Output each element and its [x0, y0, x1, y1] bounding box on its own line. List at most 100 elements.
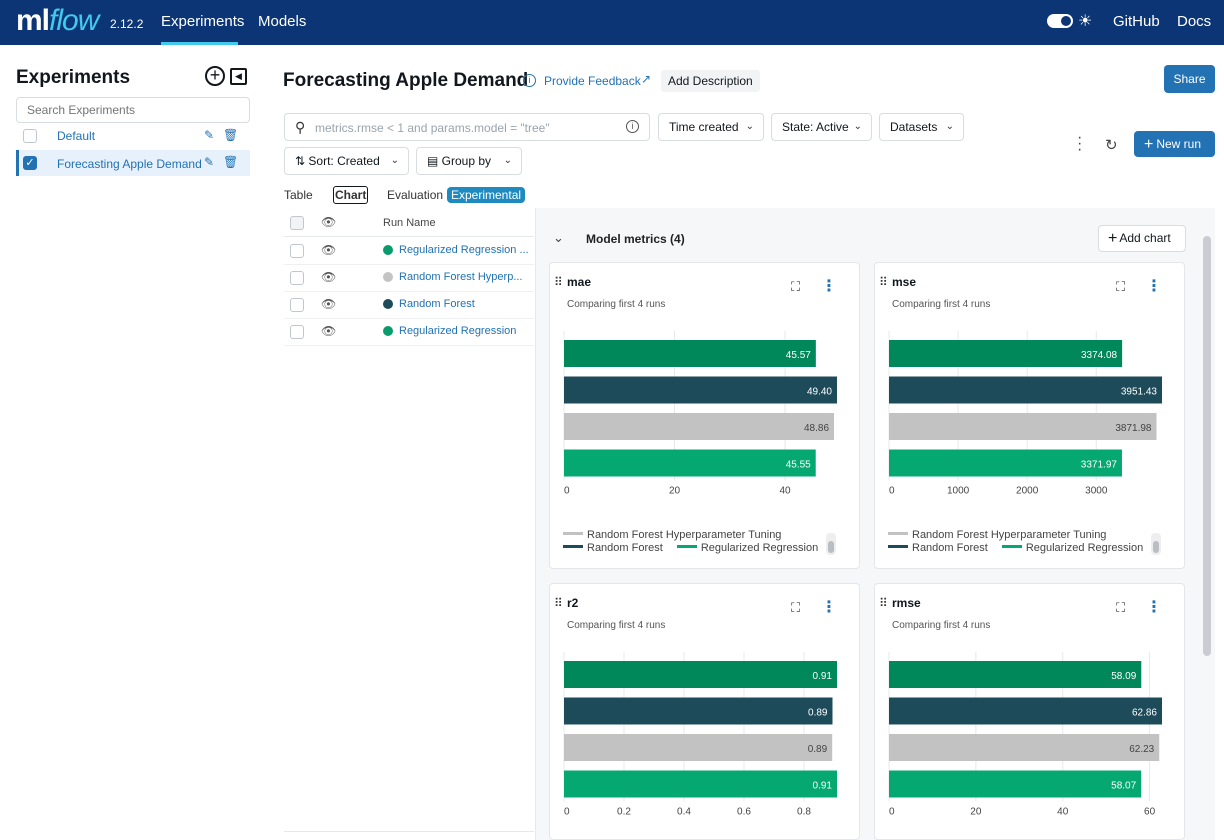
legend-label[interactable]: Random Forest [912, 542, 988, 554]
runs-table-footer-divider [284, 831, 534, 832]
legend-scrollbar[interactable] [1151, 533, 1161, 555]
experiment-checkbox[interactable]: ✓ [23, 156, 37, 170]
tick-label: 0 [889, 486, 895, 497]
chevron-down-icon[interactable]: ⌄ [553, 230, 564, 246]
trash-icon[interactable]: 🗑 [223, 128, 238, 142]
bar[interactable] [889, 734, 1160, 761]
legend-swatch [888, 532, 908, 535]
tick-label: 0 [564, 486, 570, 497]
legend-label[interactable]: Regularized Regression [701, 542, 818, 554]
chart-card-r2[interactable]: ⠿ r2 Comparing first 4 runs ⛶ ⋮ 0 0.2 0.4 0.6 0.8… [549, 583, 860, 840]
add-chart-button[interactable]: + Add chart [1098, 225, 1186, 252]
select-all-checkbox[interactable] [290, 216, 304, 230]
group-by-dropdown[interactable]: ▤ Group by ⌄ [416, 147, 522, 175]
collapse-sidebar-icon[interactable]: ◀ [230, 68, 247, 85]
tick-label: 3000 [1085, 486, 1108, 497]
bar-chart: 0 20 40 45.57 49.40 48.86 45.55 [563, 331, 837, 497]
sort-dropdown[interactable]: ⇅ Sort: Created ⌄ [284, 147, 409, 175]
tab-table[interactable]: Table [284, 188, 313, 202]
chevron-down-icon: ⌄ [745, 121, 754, 132]
run-name-link[interactable]: Random Forest Hyperp... [399, 271, 529, 283]
bar[interactable] [564, 340, 816, 367]
refresh-icon[interactable]: ↻ [1105, 136, 1118, 154]
sidebar-item-forecasting[interactable]: ✓ Forecasting Apple Demand ✎ 🗑 [16, 150, 250, 176]
bar[interactable] [889, 770, 1142, 798]
github-link[interactable]: GitHub [1113, 13, 1160, 30]
provide-feedback-link[interactable]: Provide Feedback [544, 74, 641, 88]
dropdown-label: Time created [669, 120, 739, 134]
bar[interactable] [564, 661, 837, 688]
bar[interactable] [564, 734, 833, 761]
run-name-header[interactable]: Run Name [383, 217, 436, 229]
edit-icon[interactable]: ✎ [204, 155, 214, 169]
table-row[interactable]: 👁 Random Forest Hyperp... [284, 264, 534, 292]
trash-icon[interactable]: 🗑 [223, 155, 238, 169]
legend-label[interactable]: Random Forest Hyperparameter Tuning [587, 529, 781, 541]
time-created-dropdown[interactable]: Time created ⌄ [658, 113, 764, 141]
data-label: 3951.43 [1121, 387, 1158, 398]
legend-scrollbar[interactable] [826, 533, 836, 555]
state-dropdown[interactable]: State: Active ⌄ [771, 113, 872, 141]
sidebar-item-default[interactable]: Default ✎ 🗑 [16, 123, 250, 149]
run-checkbox[interactable] [290, 325, 304, 339]
run-checkbox[interactable] [290, 244, 304, 258]
run-name-link[interactable]: Regularized Regression [399, 325, 529, 337]
chart-card-mse[interactable]: ⠿ mse Comparing first 4 runs ⛶ ⋮ 0 1000 2000 300… [874, 262, 1185, 569]
run-checkbox[interactable] [290, 271, 304, 285]
mlflow-logo[interactable]: mlflow [16, 4, 99, 38]
bar[interactable] [889, 661, 1142, 688]
bar[interactable] [564, 697, 833, 725]
scrollbar[interactable] [1203, 236, 1211, 656]
nav-tab-models[interactable]: Models [258, 0, 306, 45]
legend-label[interactable]: Regularized Regression [1026, 542, 1143, 554]
chart-card-rmse[interactable]: ⠿ rmse Comparing first 4 runs ⛶ ⋮ 0 20 40 60 58.0… [874, 583, 1185, 840]
search-experiments-input[interactable] [16, 97, 250, 123]
edit-icon[interactable]: ✎ [204, 128, 214, 142]
legend-label[interactable]: Random Forest Hyperparameter Tuning [912, 529, 1106, 541]
tick-label: 0.4 [677, 807, 691, 818]
chart-card-mae[interactable]: ⠿ mae Comparing first 4 runs ⛶ ⋮ 0 20 40 45.57 49… [549, 262, 860, 569]
table-row[interactable]: 👁 Regularized Regression ... [284, 237, 534, 265]
sidebar-item-label[interactable]: Default [57, 129, 95, 143]
sidebar-item-label[interactable]: Forecasting Apple Demand [57, 157, 202, 171]
bar[interactable] [564, 413, 835, 440]
legend-label[interactable]: Random Forest [587, 542, 663, 554]
bar[interactable] [564, 376, 837, 404]
data-label: 3371.97 [1081, 460, 1118, 471]
bar[interactable] [889, 697, 1162, 725]
tick-label: 60 [1144, 807, 1156, 818]
table-row[interactable]: 👁 Random Forest [284, 291, 534, 319]
share-button[interactable]: Share [1164, 65, 1215, 93]
info-icon[interactable]: i [626, 120, 639, 133]
run-name-link[interactable]: Random Forest [399, 298, 529, 310]
external-link-icon: ↗ [641, 72, 652, 86]
tab-evaluation[interactable]: Evaluation [387, 188, 443, 202]
datasets-dropdown[interactable]: Datasets ⌄ [879, 113, 964, 141]
data-label: 0.89 [808, 708, 828, 719]
bar[interactable] [564, 770, 837, 798]
eye-icon[interactable]: 👁 [321, 270, 336, 284]
info-icon[interactable]: i [523, 74, 536, 87]
eye-icon[interactable]: 👁 [321, 297, 336, 311]
run-checkbox[interactable] [290, 298, 304, 312]
tab-chart[interactable]: Chart [333, 186, 369, 204]
eye-icon[interactable]: 👁 [321, 243, 336, 257]
new-run-button[interactable]: + New run [1134, 131, 1215, 157]
chevron-down-icon: ⌄ [853, 121, 862, 132]
bar[interactable] [564, 449, 816, 477]
more-options-icon[interactable]: · · · [1077, 130, 1082, 158]
nav-tab-experiments[interactable]: Experiments [161, 0, 244, 45]
legend-swatch [676, 545, 697, 548]
run-search-input[interactable]: ⚲ metrics.rmse < 1 and params.model = "t… [284, 113, 650, 141]
eye-icon[interactable]: 👁 [321, 324, 336, 338]
table-row[interactable]: 👁 Regularized Regression [284, 318, 534, 346]
run-name-link[interactable]: Regularized Regression ... [399, 244, 529, 256]
dark-mode-toggle[interactable] [1047, 14, 1073, 28]
add-experiment-icon[interactable]: + [205, 66, 225, 86]
data-label: 58.09 [1111, 671, 1136, 682]
add-description-button[interactable]: Add Description [661, 70, 760, 92]
experiment-checkbox[interactable] [23, 129, 37, 143]
eye-icon[interactable]: 👁 [321, 215, 336, 229]
data-label: 0.91 [813, 781, 833, 792]
docs-link[interactable]: Docs [1177, 13, 1211, 30]
